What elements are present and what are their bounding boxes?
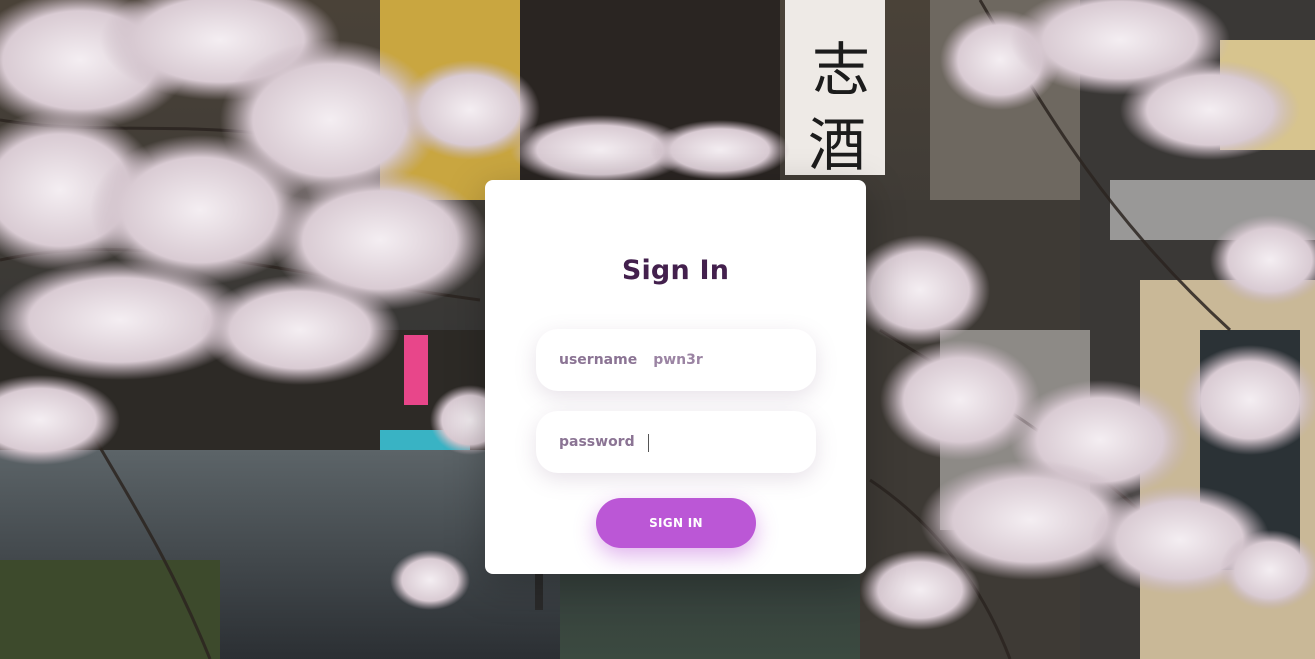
sign-in-title: Sign In xyxy=(621,255,730,286)
svg-text:酒: 酒 xyxy=(808,111,866,179)
username-label: username xyxy=(559,352,638,368)
text-cursor xyxy=(648,434,649,452)
password-input[interactable] xyxy=(654,430,805,454)
username-input[interactable] xyxy=(653,348,804,372)
password-label: password xyxy=(559,434,635,450)
username-field[interactable]: username xyxy=(536,329,816,391)
sign-in-card: Sign In username password SIGN IN xyxy=(485,180,866,574)
password-field[interactable]: password xyxy=(536,411,816,473)
sign-in-button[interactable]: SIGN IN xyxy=(596,498,756,548)
svg-text:志: 志 xyxy=(812,36,870,104)
